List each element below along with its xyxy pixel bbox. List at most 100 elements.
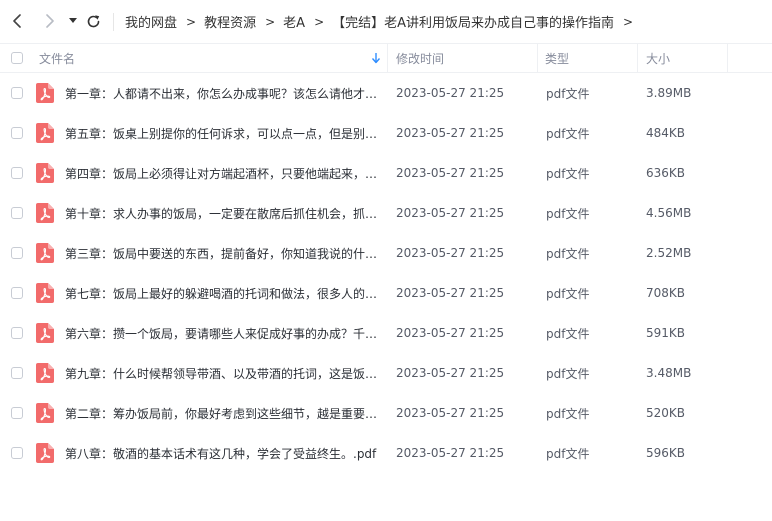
file-modified: 2023-05-27 21:25	[396, 406, 505, 420]
row-checkbox[interactable]	[11, 313, 23, 353]
file-row[interactable]: 第五章：饭桌上别提你的任何诉求，可以点一点，但是别… 2023-05-27 21…	[0, 113, 772, 153]
column-header-name[interactable]: 文件名	[39, 44, 75, 72]
file-size: 3.89MB	[646, 86, 692, 100]
pdf-file-icon	[36, 243, 54, 263]
breadcrumb-separator: >	[265, 14, 276, 29]
pdf-file-icon	[36, 363, 54, 383]
file-type: pdf文件	[546, 366, 590, 381]
file-type: pdf文件	[546, 326, 590, 341]
pdf-file-icon	[36, 443, 54, 463]
column-divider[interactable]	[387, 44, 388, 72]
sort-down-arrow-icon	[371, 53, 381, 64]
row-checkbox[interactable]	[11, 353, 23, 393]
breadcrumb-item-current-folder[interactable]: 【完结】老A讲利用饭局来办成自己事的操作指南	[332, 12, 614, 31]
nav-divider	[113, 13, 114, 31]
row-checkbox[interactable]	[11, 73, 23, 113]
file-size: 520KB	[646, 406, 686, 420]
column-header-size-label: 大小	[646, 51, 671, 66]
row-checkbox[interactable]	[11, 113, 23, 153]
file-type: pdf文件	[546, 166, 590, 181]
checkbox-box	[11, 87, 23, 99]
file-name[interactable]: 第八章：敬酒的基本话术有这几种，学会了受益终生。.pdf	[65, 433, 380, 473]
row-checkbox[interactable]	[11, 193, 23, 233]
select-all-checkbox[interactable]	[11, 44, 23, 72]
column-header-type-label: 类型	[545, 51, 570, 66]
checkbox-box	[11, 367, 23, 379]
file-row[interactable]: 第二章：筹办饭局前，你最好考虑到这些细节，越是重要… 2023-05-27 21…	[0, 393, 772, 433]
column-divider[interactable]	[537, 44, 538, 72]
back-button[interactable]	[8, 11, 28, 31]
file-name[interactable]: 第二章：筹办饭局前，你最好考虑到这些细节，越是重要…	[65, 393, 380, 433]
pdf-file-icon	[36, 83, 54, 103]
column-header-modified-label: 修改时间	[396, 51, 445, 66]
row-checkbox[interactable]	[11, 273, 23, 313]
file-type: pdf文件	[546, 406, 590, 421]
file-row[interactable]: 第十章：求人办事的饭局，一定要在散席后抓住机会，抓… 2023-05-27 21…	[0, 193, 772, 233]
pdf-file-icon	[36, 203, 54, 223]
file-size: 484KB	[646, 126, 686, 140]
file-row[interactable]: 第一章：人都请不出来，你怎么办成事呢？该怎么请他才… 2023-05-27 21…	[0, 73, 772, 113]
checkbox-box	[11, 447, 23, 459]
file-name[interactable]: 第七章：饭局上最好的躲避喝酒的托词和做法，很多人的…	[65, 273, 380, 313]
row-checkbox[interactable]	[11, 233, 23, 273]
row-checkbox[interactable]	[11, 153, 23, 193]
file-type: pdf文件	[546, 206, 590, 221]
file-name[interactable]: 第三章：饭局中要送的东西，提前备好，你知道我说的什…	[65, 233, 380, 273]
breadcrumb-separator: >	[186, 14, 197, 29]
row-checkbox[interactable]	[11, 433, 23, 473]
checkbox-box	[11, 287, 23, 299]
pdf-file-icon	[36, 123, 54, 143]
file-list-header: 文件名 修改时间 类型 大小	[0, 43, 772, 73]
file-name[interactable]: 第九章：什么时候帮领导带酒、以及带酒的托词，这是饭…	[65, 353, 380, 393]
file-size: 591KB	[646, 326, 686, 340]
breadcrumb-separator: >	[623, 14, 634, 29]
history-dropdown-button[interactable]	[63, 11, 83, 31]
file-size: 4.56MB	[646, 206, 692, 220]
file-row[interactable]: 第三章：饭局中要送的东西，提前备好，你知道我说的什… 2023-05-27 21…	[0, 233, 772, 273]
checkbox-box	[11, 247, 23, 259]
chevron-right-icon	[46, 14, 54, 28]
breadcrumb-item-tutorials[interactable]: 教程资源	[204, 12, 256, 31]
file-row[interactable]: 第九章：什么时候帮领导带酒、以及带酒的托词，这是饭… 2023-05-27 21…	[0, 353, 772, 393]
sort-arrow-button[interactable]	[371, 44, 381, 72]
file-size: 3.48MB	[646, 366, 692, 380]
file-row[interactable]: 第六章：攒一个饭局，要请哪些人来促成好事的办成？千… 2023-05-27 21…	[0, 313, 772, 353]
file-size: 636KB	[646, 166, 686, 180]
forward-button[interactable]	[39, 11, 59, 31]
column-header-name-label: 文件名	[39, 51, 76, 66]
caret-down-icon	[69, 18, 77, 23]
file-type: pdf文件	[546, 246, 590, 261]
checkbox-box	[11, 127, 23, 139]
file-type: pdf文件	[546, 126, 590, 141]
checkbox-box	[11, 167, 23, 179]
file-name[interactable]: 第四章：饭局上必须得让对方端起酒杯，只要他端起来，…	[65, 153, 380, 193]
column-divider[interactable]	[727, 44, 728, 72]
file-modified: 2023-05-27 21:25	[396, 86, 505, 100]
navigation-bar: 我的网盘 > 教程资源 > 老A > 【完结】老A讲利用饭局来办成自己事的操作指…	[0, 0, 772, 43]
file-size: 708KB	[646, 286, 686, 300]
checkbox-box	[11, 327, 23, 339]
file-modified: 2023-05-27 21:25	[396, 206, 505, 220]
file-name[interactable]: 第十章：求人办事的饭局，一定要在散席后抓住机会，抓…	[65, 193, 380, 233]
file-name[interactable]: 第五章：饭桌上别提你的任何诉求，可以点一点，但是别…	[65, 113, 380, 153]
file-modified: 2023-05-27 21:25	[396, 166, 505, 180]
refresh-button[interactable]	[83, 11, 103, 31]
column-header-modified[interactable]: 修改时间	[396, 44, 444, 72]
file-row[interactable]: 第八章：敬酒的基本话术有这几种，学会了受益终生。.pdf 2023-05-27 …	[0, 433, 772, 473]
pdf-file-icon	[36, 283, 54, 303]
column-divider[interactable]	[637, 44, 638, 72]
file-name[interactable]: 第一章：人都请不出来，你怎么办成事呢？该怎么请他才…	[65, 73, 380, 113]
pdf-file-icon	[36, 323, 54, 343]
file-modified: 2023-05-27 21:25	[396, 446, 505, 460]
column-header-size[interactable]: 大小	[646, 44, 670, 72]
file-modified: 2023-05-27 21:25	[396, 286, 505, 300]
breadcrumb: 我的网盘 > 教程资源 > 老A > 【完结】老A讲利用饭局来办成自己事的操作指…	[125, 0, 641, 43]
column-header-type[interactable]: 类型	[545, 44, 569, 72]
breadcrumb-item-lao-a[interactable]: 老A	[283, 12, 305, 31]
file-name[interactable]: 第六章：攒一个饭局，要请哪些人来促成好事的办成？千…	[65, 313, 380, 353]
file-type: pdf文件	[546, 446, 590, 461]
row-checkbox[interactable]	[11, 393, 23, 433]
file-row[interactable]: 第七章：饭局上最好的躲避喝酒的托词和做法，很多人的… 2023-05-27 21…	[0, 273, 772, 313]
breadcrumb-item-my-drive[interactable]: 我的网盘	[125, 12, 177, 31]
file-row[interactable]: 第四章：饭局上必须得让对方端起酒杯，只要他端起来，… 2023-05-27 21…	[0, 153, 772, 193]
